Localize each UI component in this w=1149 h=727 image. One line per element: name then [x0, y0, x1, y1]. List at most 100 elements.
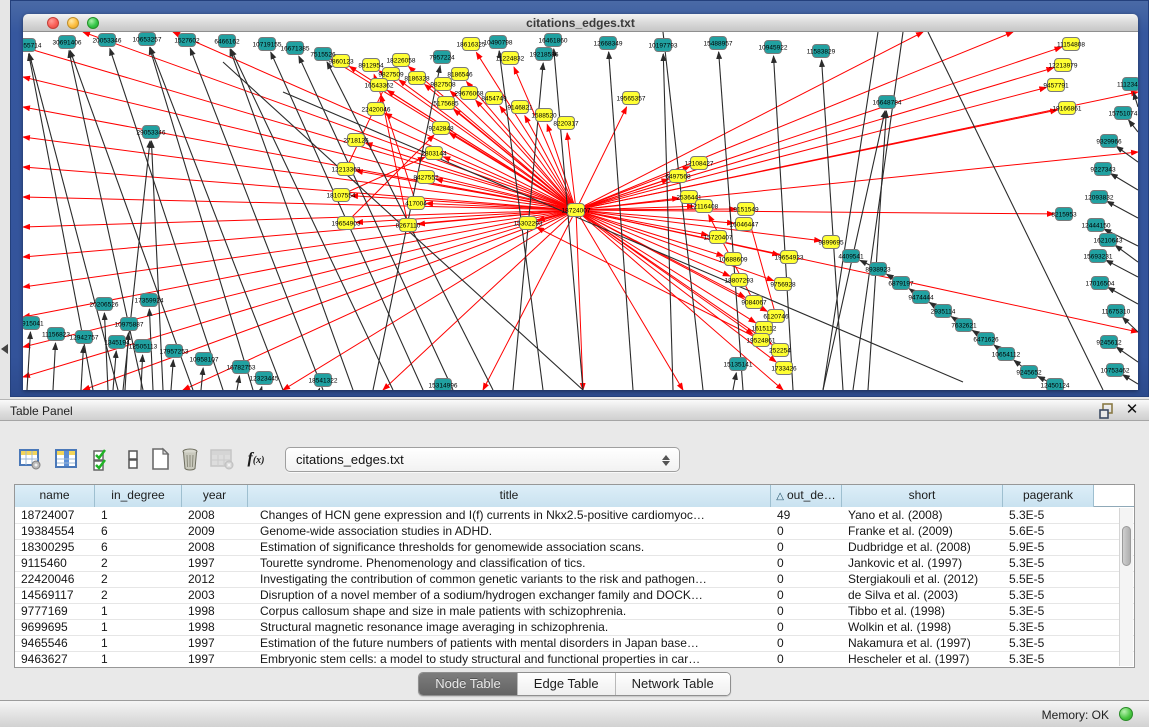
table-cell[interactable]: 0 — [771, 636, 842, 651]
network-node[interactable]: 2718126 — [343, 134, 369, 147]
table-cell[interactable]: Structural magnetic resonance image aver… — [248, 620, 771, 635]
table-row[interactable]: 969969511998Structural magnetic resonanc… — [15, 620, 1134, 636]
network-node[interactable]: 10975887 — [115, 318, 144, 331]
network-node[interactable]: 252254 — [769, 344, 791, 357]
table-cell[interactable]: Jankovic et al. (1997) — [842, 556, 1003, 571]
network-node[interactable]: 417004 — [405, 197, 427, 210]
network-node[interactable]: 7632621 — [951, 319, 977, 332]
network-node[interactable]: 15314996 — [429, 379, 458, 391]
network-node[interactable]: 9245612 — [1096, 336, 1122, 349]
table-cell[interactable]: 1 — [95, 652, 182, 667]
column-header-out_de[interactable]: △out_de… — [771, 485, 842, 507]
vertical-scrollbar[interactable] — [1119, 508, 1133, 666]
table-cell[interactable]: Wolkin et al. (1998) — [842, 620, 1003, 635]
network-node[interactable]: 9151549 — [733, 203, 759, 216]
table-cell[interactable]: 2008 — [182, 508, 248, 523]
table-mode-icon[interactable] — [16, 445, 44, 473]
unselect-all-icon[interactable] — [119, 445, 147, 473]
network-node[interactable]: 11123450 — [1117, 78, 1138, 91]
network-node[interactable]: 12108427 — [685, 157, 714, 170]
table-cell[interactable]: 9115460 — [15, 556, 95, 571]
network-node[interactable]: 9457791 — [1043, 79, 1069, 92]
table-cell[interactable]: 1997 — [182, 636, 248, 651]
table-cell[interactable]: Nakamura et al. (1997) — [842, 636, 1003, 651]
float-window-icon[interactable] — [1099, 403, 1115, 419]
table-cell[interactable]: 1998 — [182, 620, 248, 635]
table-cell[interactable]: 0 — [771, 652, 842, 667]
network-node[interactable]: 8938923 — [865, 263, 891, 276]
table-row[interactable]: 1456911722003Disruption of a novel membe… — [15, 588, 1134, 604]
network-node[interactable]: 1615112 — [752, 322, 777, 335]
network-node[interactable]: 12942757 — [70, 331, 99, 344]
table-cell[interactable]: Embryonic stem cells: a model to study s… — [248, 652, 771, 667]
table-cell[interactable]: 5.9E-5 — [1003, 540, 1094, 555]
network-node[interactable]: 8427552 — [413, 171, 439, 184]
table-cell[interactable]: 2008 — [182, 540, 248, 555]
network-node[interactable]: 8220317 — [553, 117, 579, 130]
network-node[interactable]: 15693231 — [1084, 250, 1113, 263]
table-cell[interactable]: 1997 — [182, 652, 248, 667]
network-node[interactable]: 15488957 — [704, 37, 733, 50]
network-node[interactable]: 16671385 — [281, 42, 310, 55]
table-cell[interactable]: Estimation of the future numbers of pati… — [248, 636, 771, 651]
network-node[interactable]: 8912954 — [358, 59, 384, 72]
table-cell[interactable]: 2012 — [182, 572, 248, 587]
network-node[interactable]: 16046447 — [730, 218, 759, 231]
table-cell[interactable]: 6 — [95, 540, 182, 555]
table-cell[interactable]: 19384554 — [15, 524, 95, 539]
tab-edge-table[interactable]: Edge Table — [518, 673, 616, 695]
close-icon[interactable]: ✕ — [1123, 401, 1141, 419]
network-node[interactable]: 10719155 — [253, 38, 282, 51]
network-node[interactable]: 10654112 — [992, 348, 1021, 361]
network-node[interactable]: 11156823 — [42, 328, 70, 341]
network-node[interactable]: 29053346 — [137, 126, 166, 139]
network-node[interactable]: 9756928 — [770, 278, 796, 291]
table-cell[interactable]: 14569117 — [15, 588, 95, 603]
network-node[interactable]: 19654923 — [775, 251, 804, 264]
table-cell[interactable]: Corpus callosum shape and size in male p… — [248, 604, 771, 619]
column-header-title[interactable]: title — [248, 485, 771, 507]
column-header-in_degree[interactable]: in_degree — [95, 485, 182, 507]
network-node[interactable]: 8186328 — [404, 72, 430, 85]
table-cell[interactable]: Tourette syndrome. Phenomenology and cla… — [248, 556, 771, 571]
table-cell[interactable]: 5.5E-5 — [1003, 572, 1094, 587]
table-cell[interactable]: Genome-wide association studies in ADHD. — [248, 524, 771, 539]
network-node[interactable]: 16648784 — [873, 96, 902, 109]
network-node[interactable]: 11583829 — [807, 45, 836, 58]
table-cell[interactable]: 5.6E-5 — [1003, 524, 1094, 539]
network-node[interactable]: 9474444 — [908, 291, 934, 304]
table-cell[interactable]: 0 — [771, 588, 842, 603]
network-node[interactable]: 9329966 — [1096, 135, 1122, 148]
table-cell[interactable]: 18724007 — [15, 508, 95, 523]
network-window-titlebar[interactable]: citations_edges.txt — [23, 14, 1138, 32]
network-node[interactable]: 30691406 — [53, 36, 82, 49]
network-node[interactable]: 17957253 — [160, 345, 189, 358]
network-node[interactable]: 9084067 — [741, 296, 767, 309]
panel-collapse-arrow[interactable] — [1, 344, 8, 354]
function-builder-icon[interactable]: f(x) — [242, 445, 270, 473]
table-cell[interactable]: Changes of HCN gene expression and I(f) … — [248, 508, 771, 523]
table-cell[interactable]: 9465546 — [15, 636, 95, 651]
network-node[interactable]: 1733426 — [771, 362, 797, 375]
table-cell[interactable]: 1 — [95, 636, 182, 651]
network-node[interactable]: 6471626 — [973, 333, 999, 346]
table-cell[interactable]: 9699695 — [15, 620, 95, 635]
table-cell[interactable]: 5.3E-5 — [1003, 620, 1094, 635]
network-node[interactable]: 8186546 — [447, 68, 473, 81]
column-header-year[interactable]: year — [182, 485, 248, 507]
table-cell[interactable]: 5.3E-5 — [1003, 588, 1094, 603]
delete-columns-icon[interactable] — [176, 445, 204, 473]
table-cell[interactable]: 2009 — [182, 524, 248, 539]
column-header-name[interactable]: name — [15, 485, 95, 507]
table-cell[interactable]: Investigating the contribution of common… — [248, 572, 771, 587]
network-node[interactable]: 18226058 — [387, 54, 416, 67]
tab-node-table[interactable]: Node Table — [419, 673, 518, 695]
table-cell[interactable]: 9777169 — [15, 604, 95, 619]
network-node[interactable]: 12323445 — [250, 372, 279, 385]
network-node[interactable]: 10653257 — [133, 33, 162, 46]
network-node[interactable]: 10753462 — [1101, 364, 1130, 377]
network-node[interactable]: 15751074 — [1109, 107, 1138, 120]
table-cell[interactable]: 0 — [771, 540, 842, 555]
network-node[interactable]: 8215953 — [1051, 208, 1077, 221]
table-cell[interactable]: 2003 — [182, 588, 248, 603]
